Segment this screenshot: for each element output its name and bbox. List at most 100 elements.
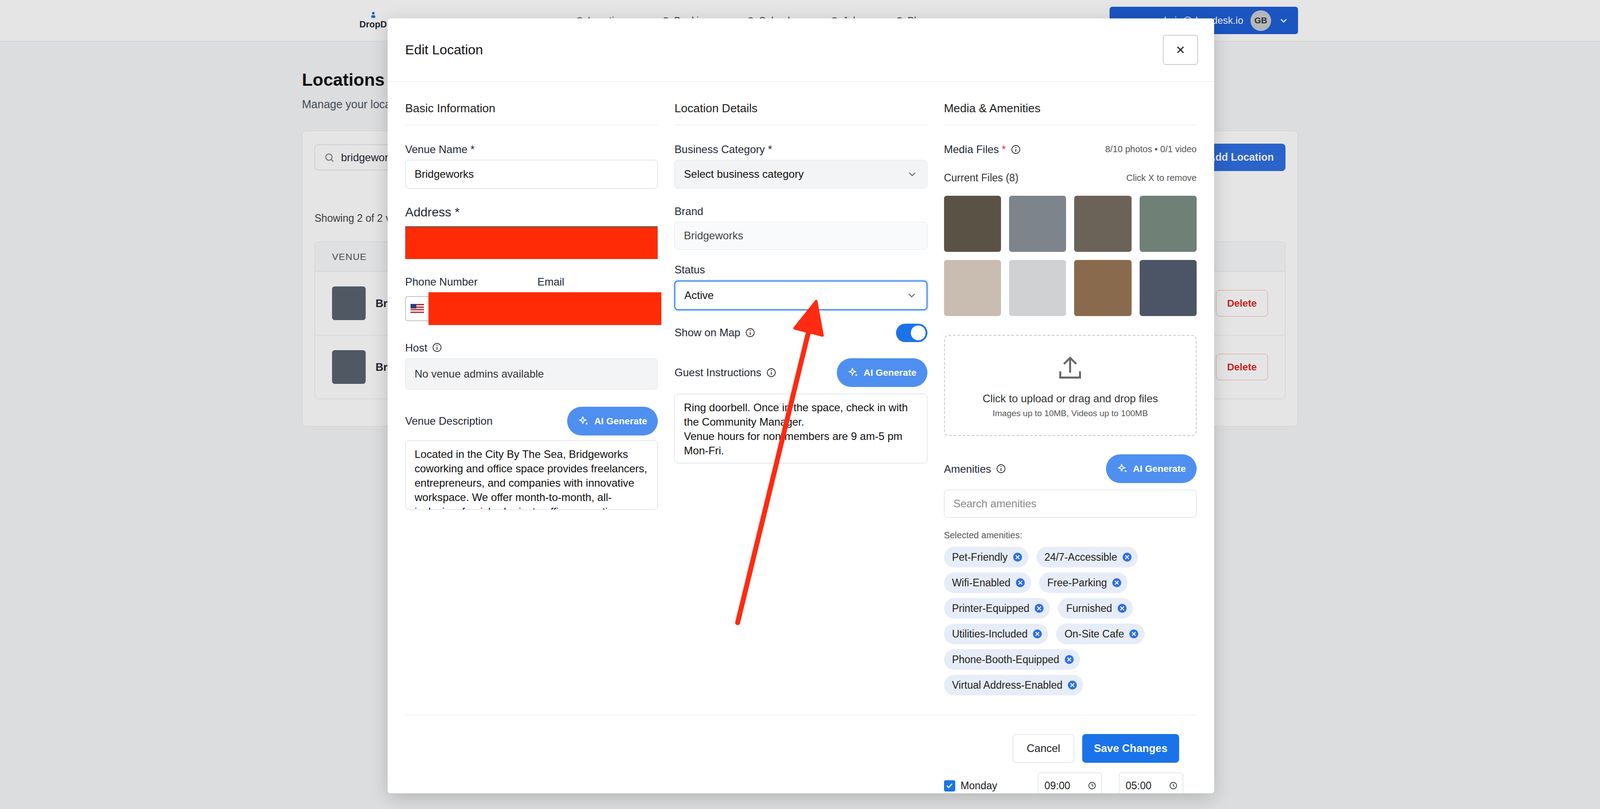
section-title: Location Details xyxy=(674,101,927,126)
status-select[interactable]: Active xyxy=(674,280,927,311)
photo-thumbnail[interactable] xyxy=(1074,195,1132,252)
info-icon[interactable] xyxy=(431,341,443,353)
amenity-search-input[interactable]: Search amenities xyxy=(944,489,1197,518)
field-label: Address * xyxy=(405,205,658,219)
field-label: Show on Map xyxy=(674,326,756,338)
field-label: Host xyxy=(405,341,658,354)
day-checkbox[interactable] xyxy=(944,779,956,792)
upload-hint: Images up to 10MB, Videos up to 100MB xyxy=(992,408,1148,419)
photo-thumbnail[interactable] xyxy=(944,259,1002,316)
contact-redaction xyxy=(428,292,662,325)
ai-generate-button[interactable]: AI Generate xyxy=(567,406,658,436)
info-icon[interactable] xyxy=(744,327,756,338)
media-counts: 8/10 photos • 0/1 video xyxy=(1105,144,1197,155)
business-category-field: Business Category * Select business categ… xyxy=(674,143,927,189)
amenity-chips: Pet-Friendly 24/7-AccessibleWifi-Enabled F… xyxy=(944,546,1197,696)
remove-x-icon[interactable] xyxy=(1116,602,1128,614)
country-picker[interactable] xyxy=(405,296,429,321)
close-time-input[interactable]: 05:00 xyxy=(1119,772,1184,793)
business-hours: Monday09:0005:00 xyxy=(387,771,1215,793)
upload-dropzone[interactable]: Click to upload or drag and drop filesIm… xyxy=(944,334,1197,436)
remove-x-icon[interactable] xyxy=(1012,551,1023,563)
amenity-chip: On-Site Cafe xyxy=(1056,623,1145,644)
section-title: Basic Information xyxy=(405,101,658,126)
field-label: Email xyxy=(537,275,659,288)
amenity-chip: Virtual Address-Enabled xyxy=(944,674,1084,696)
contact-labels: Phone Number Email xyxy=(405,275,658,288)
venue-description-textarea[interactable]: Located in the City By The Sea, Bridgewo… xyxy=(405,440,658,510)
remove-x-icon[interactable] xyxy=(1014,577,1026,588)
current-files-header: Current Files (8)Click X to remove xyxy=(944,171,1197,184)
amenity-chip: Pet-Friendly xyxy=(944,546,1029,568)
chevron-down-icon xyxy=(906,168,919,180)
photo-thumbnail[interactable] xyxy=(944,195,1002,252)
status-field: StatusActive xyxy=(674,263,927,310)
current-files-label: Current Files (8) xyxy=(944,171,1019,184)
field-label: Venue Name * xyxy=(405,143,658,155)
venue-name-field: Venue Name * Bridgeworks xyxy=(405,143,658,189)
selected-amenities-label: Selected amenities: xyxy=(944,529,1197,541)
photo-grid xyxy=(944,195,1197,316)
chevron-down-icon xyxy=(905,289,918,302)
field-label: Amenities xyxy=(944,463,1007,475)
photo-thumbnail[interactable] xyxy=(1009,259,1067,316)
info-icon[interactable] xyxy=(1010,144,1022,155)
open-time-input[interactable]: 09:00 xyxy=(1037,772,1102,793)
guest-instructions-textarea[interactable]: Ring doorbell. Once in the space, check … xyxy=(674,393,927,464)
screen: DropDLocationsBookingsCalendarJobsPlansa… xyxy=(0,0,1600,809)
amenity-chip: 24/7-Accessible xyxy=(1036,546,1138,568)
contact-row xyxy=(405,292,662,325)
business-category-select[interactable]: Select business category xyxy=(674,159,927,189)
field-label: Media Files* xyxy=(944,143,1022,155)
photo-thumbnail[interactable] xyxy=(1139,195,1197,252)
label-row: Venue Description AI Generate xyxy=(405,406,658,436)
remove-x-icon[interactable] xyxy=(1063,653,1075,665)
venue-name-input[interactable]: Bridgeworks xyxy=(405,159,658,189)
us-flag-icon xyxy=(410,303,425,313)
remove-x-icon[interactable] xyxy=(1066,679,1078,691)
field-label: Phone Number xyxy=(405,275,526,288)
host-select[interactable]: No venue admins available xyxy=(405,358,658,390)
photo-thumbnail[interactable] xyxy=(1074,259,1132,316)
photo-thumbnail[interactable] xyxy=(1139,259,1197,316)
sparkle-icon xyxy=(847,366,860,379)
info-icon[interactable] xyxy=(765,367,777,378)
cancel-button[interactable]: Cancel xyxy=(1012,733,1075,763)
info-icon[interactable] xyxy=(995,463,1007,474)
remove-x-icon[interactable] xyxy=(1111,577,1123,588)
address-field: Address * xyxy=(405,205,658,259)
media-amenities-column: Media & AmenitiesMedia Files*8/10 photos… xyxy=(944,101,1197,696)
close-button[interactable] xyxy=(1162,34,1198,65)
amenity-chip: Free-Parking xyxy=(1039,572,1128,593)
remove-x-icon[interactable] xyxy=(1128,628,1140,639)
address-redaction xyxy=(405,226,658,259)
field-label: Business Category * xyxy=(674,143,927,155)
close-icon xyxy=(1173,42,1188,57)
ai-generate-button[interactable]: AI Generate xyxy=(836,358,928,387)
basic-information-column: Basic Information Venue Name * Bridgeworks… xyxy=(405,101,658,696)
media-files-header: Media Files* 8/10 photos • 0/1 video xyxy=(944,143,1197,155)
hours-row: Monday09:0005:00 xyxy=(944,771,1197,793)
amenity-chip: Wifi-Enabled xyxy=(944,572,1032,593)
show-on-map-toggle[interactable] xyxy=(896,323,928,342)
save-changes-button[interactable]: Save Changes xyxy=(1082,733,1180,763)
toggle-knob xyxy=(910,325,926,341)
label-row: Guest InstructionsAI Generate xyxy=(674,358,927,387)
remove-x-icon[interactable] xyxy=(1031,628,1043,639)
check-icon xyxy=(944,780,954,790)
show-on-map-row: Show on Map xyxy=(674,323,927,342)
field-label: Venue Description xyxy=(405,415,493,427)
location-details-column: Location Details Business Category * Selec… xyxy=(674,101,927,696)
modal-footer: CancelSave Changes xyxy=(405,714,1197,772)
contact-field: Phone Number Email xyxy=(405,275,658,325)
venue-description-field: Venue Description AI Generate Located in t… xyxy=(405,406,658,510)
ai-generate-button[interactable]: AI Generate xyxy=(1106,454,1197,483)
host-field: Host No venue admins available xyxy=(405,341,658,390)
photo-thumbnail[interactable] xyxy=(1009,195,1067,252)
clock-icon xyxy=(1087,780,1098,791)
amenity-chip: Furnished xyxy=(1057,597,1133,619)
remove-x-icon[interactable] xyxy=(1033,602,1045,614)
remove-x-icon[interactable] xyxy=(1121,551,1133,563)
brand-input[interactable]: Bridgeworks xyxy=(674,221,927,250)
modal-header: Edit Location xyxy=(387,18,1215,82)
